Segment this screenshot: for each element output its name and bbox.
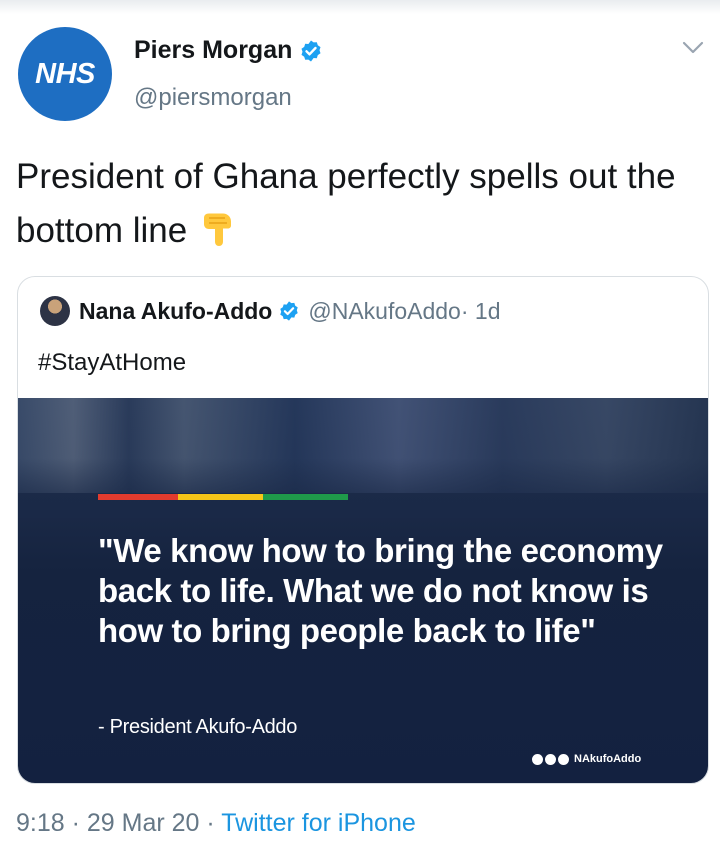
flag-stripe-yellow [178,494,263,500]
quoted-hashtag[interactable]: #StayAtHome [38,349,186,377]
quoted-author-handle[interactable]: @NAkufoAddo [308,298,461,325]
quoted-image[interactable]: "We know how to bring the economy back t… [18,398,708,783]
image-attribution: - President Akufo-Addo [98,716,298,738]
top-strip [0,0,720,14]
meta-separator: · [64,809,87,837]
quoted-author-name[interactable]: Nana Akufo-Addo [79,298,272,325]
quoted-tweet-header: Nana Akufo-Addo @NAkufoAddo · 1d [40,296,501,326]
chevron-down-icon[interactable] [682,40,704,56]
image-quote-text: "We know how to bring the economy back t… [98,532,663,649]
quoted-tweet-card[interactable]: Nana Akufo-Addo @NAkufoAddo · 1d #StayAt… [17,276,709,784]
image-social-handles: NAkufoAddo [532,753,641,765]
tweet-text-block: President of Ghana perfectly spells out … [16,150,706,258]
twitter-icon [545,753,556,765]
tweet-date[interactable]: 29 Mar 20 [87,809,200,837]
author-handle[interactable]: @piersmorgan [134,84,292,112]
tweet-time[interactable]: 9:18 [16,809,65,837]
facebook-icon [532,753,543,765]
meta-separator: · [199,809,222,837]
author-name-row[interactable]: Piers Morgan [134,36,323,65]
instagram-icon [558,753,569,765]
verified-badge-icon [280,301,299,321]
tweet-source-link[interactable]: Twitter for iPhone [221,809,416,837]
quoted-avatar[interactable] [40,296,70,326]
ghana-flag-bar [98,494,348,500]
image-social-handle: NAkufoAddo [574,753,642,765]
image-background-fade [18,458,708,518]
verified-badge-icon [301,40,321,61]
pointing-down-hand-icon [203,213,231,246]
avatar-text: NHS [35,57,95,90]
flag-stripe-green [263,494,348,500]
tweet-meta: 9:18 · 29 Mar 20 · Twitter for iPhone [16,809,416,838]
tweet-text: President of Ghana perfectly spells out … [16,157,676,250]
avatar[interactable]: NHS [18,27,112,121]
flag-stripe-red [98,494,178,500]
author-name[interactable]: Piers Morgan [134,36,292,65]
quoted-time: · 1d [460,297,501,324]
